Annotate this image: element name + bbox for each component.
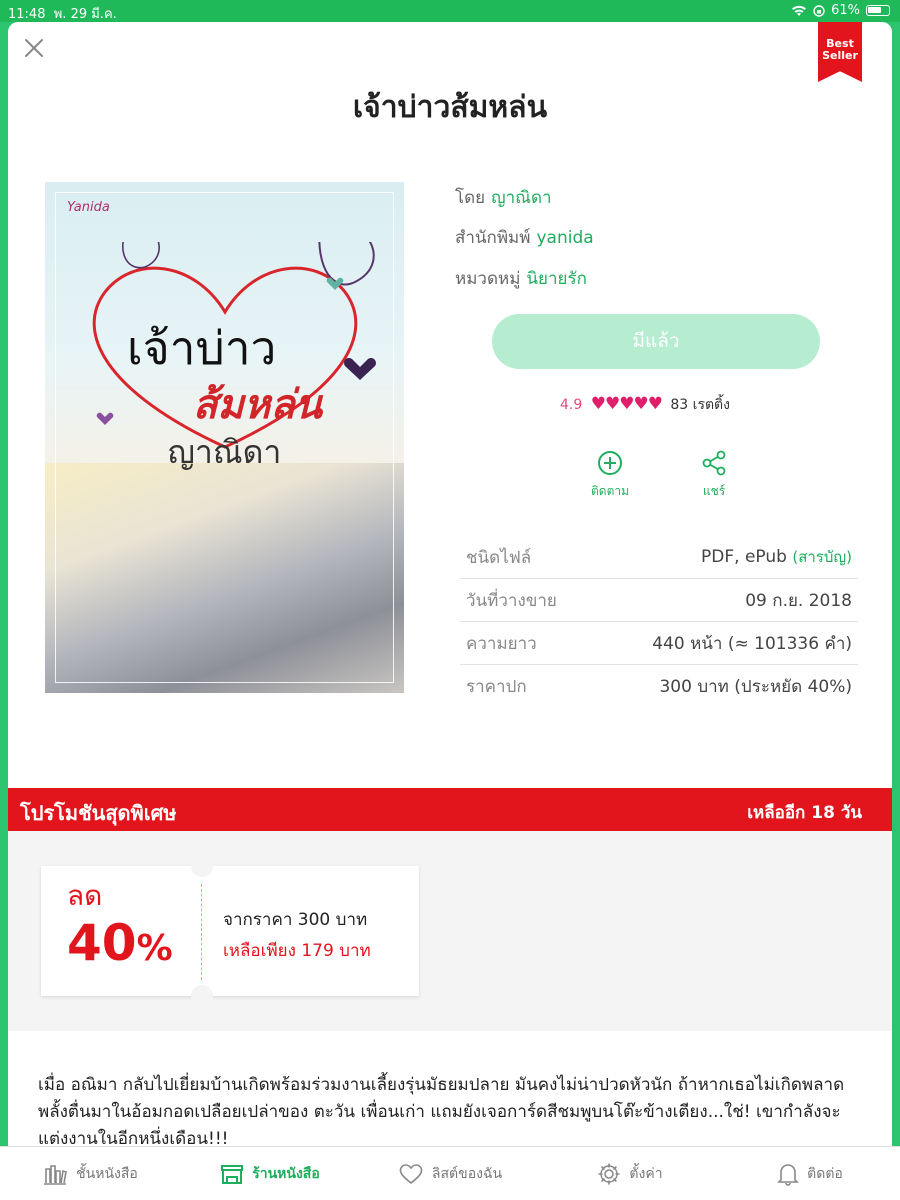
tab-settings[interactable]: ตั้งค่า bbox=[540, 1147, 720, 1200]
toc-link[interactable]: (สารบัญ) bbox=[792, 548, 852, 566]
cover-publisher-logo: Yanida bbox=[67, 200, 110, 215]
status-time: 11:48 พ. 29 มี.ค. bbox=[8, 7, 117, 22]
publisher-row: สำนักพิมพ์ yanida bbox=[455, 228, 594, 248]
rating-stars-icon: ♥♥♥♥♥ bbox=[590, 394, 663, 414]
book-title: เจ้าบ่าวส้มหล่น bbox=[352, 90, 548, 125]
bookshelf-icon bbox=[44, 1164, 68, 1185]
detail-row-cover-price: ราคาปก 300 บาท (ประหยัด 40%) bbox=[466, 677, 852, 697]
battery-percent: 61% bbox=[831, 3, 860, 18]
tab-contact[interactable]: ติดต่อ bbox=[720, 1147, 900, 1200]
category-row: หมวดหมู่ นิยายรัก bbox=[455, 269, 587, 289]
discount-percent: 40% bbox=[67, 914, 173, 972]
follow-label: ติดตาม bbox=[590, 484, 630, 498]
tab-bookshelf[interactable]: ชั้นหนังสือ bbox=[0, 1147, 180, 1200]
rating-summary[interactable]: 4.9 ♥♥♥♥♥ 83 เรตติ้ง bbox=[455, 394, 835, 416]
coupon-divider bbox=[201, 884, 202, 980]
publisher-link[interactable]: yanida bbox=[536, 228, 593, 248]
battery-icon bbox=[866, 5, 890, 16]
store-icon bbox=[221, 1164, 244, 1184]
detail-row-file-type: ชนิดไฟล์ PDF, ePub (สารบัญ) bbox=[460, 536, 858, 579]
share-icon bbox=[702, 450, 726, 476]
gear-icon bbox=[598, 1163, 620, 1184]
coupon-notch-top bbox=[191, 855, 213, 877]
book-details-table: ชนิดไฟล์ PDF, ePub (สารบัญ) วันที่วางขาย… bbox=[460, 536, 858, 708]
status-right: 61% bbox=[791, 3, 890, 18]
heart-icon bbox=[399, 1163, 423, 1184]
category-link[interactable]: นิยายรัก bbox=[526, 269, 587, 289]
discount-coupon[interactable]: ลด 40% จากราคา 300 บาท เหลือเพียง 179 บา… bbox=[41, 855, 419, 1007]
promo-title: โปรโมชันสุดพิเศษ bbox=[20, 801, 177, 825]
tab-bookstore[interactable]: ร้านหนังสือ bbox=[180, 1147, 360, 1200]
status-bar: 11:48 พ. 29 มี.ค. 61% bbox=[0, 0, 900, 22]
follow-button[interactable]: ติดตาม bbox=[580, 450, 640, 501]
book-description: เมื่อ อณิมา กลับไปเยี่ยมบ้านเกิดพร้อมร่ว… bbox=[38, 1075, 845, 1146]
orientation-lock-icon bbox=[813, 4, 825, 17]
author-row: โดย ญาณิดา bbox=[455, 188, 552, 208]
book-detail-sheet: Best Seller เจ้าบ่าวส้มหล่น Yanida เจ้าบ… bbox=[8, 22, 892, 1146]
original-price: จากราคา 300 บาท bbox=[223, 910, 368, 930]
sale-price: เหลือเพียง 179 บาท bbox=[223, 941, 371, 961]
detail-row-release-date: วันที่วางขาย 09 ก.ย. 2018 bbox=[460, 579, 858, 622]
author-link[interactable]: ญาณิดา bbox=[491, 188, 551, 208]
rating-score: 4.9 bbox=[560, 397, 583, 413]
promo-remaining: เหลืออีก 18 วัน bbox=[747, 803, 862, 823]
best-seller-badge: Best Seller bbox=[818, 22, 862, 82]
cover-author: ญาณิดา bbox=[167, 433, 282, 471]
promo-area: ลด 40% จากราคา 300 บาท เหลือเพียง 179 บา… bbox=[8, 831, 892, 1031]
wifi-icon bbox=[792, 5, 807, 16]
share-button[interactable]: แชร์ bbox=[684, 450, 744, 501]
share-label: แชร์ bbox=[702, 484, 726, 498]
close-icon[interactable] bbox=[22, 36, 46, 60]
rating-count: 83 เรตติ้ง bbox=[670, 397, 730, 413]
tab-my-list[interactable]: ลิสต์ของฉัน bbox=[360, 1147, 540, 1200]
detail-row-length: ความยาว 440 หน้า (≈ 101336 คำ) bbox=[460, 622, 858, 665]
owned-button[interactable]: มีแล้ว bbox=[492, 314, 820, 369]
bottom-tab-bar: ชั้นหนังสือ ร้านหนังสือ ลิสต์ของฉัน ตั้ง… bbox=[0, 1146, 900, 1200]
coupon-notch-bottom bbox=[191, 985, 213, 1007]
discount-label: ลด bbox=[67, 879, 103, 912]
promo-banner: โปรโมชันสุดพิเศษ เหลืออีก 18 วัน bbox=[8, 788, 892, 831]
book-cover: Yanida เจ้าบ่าว ส้มหล่น ญาณิดา bbox=[45, 182, 404, 693]
bell-icon bbox=[777, 1163, 800, 1186]
plus-circle-icon bbox=[598, 451, 622, 475]
